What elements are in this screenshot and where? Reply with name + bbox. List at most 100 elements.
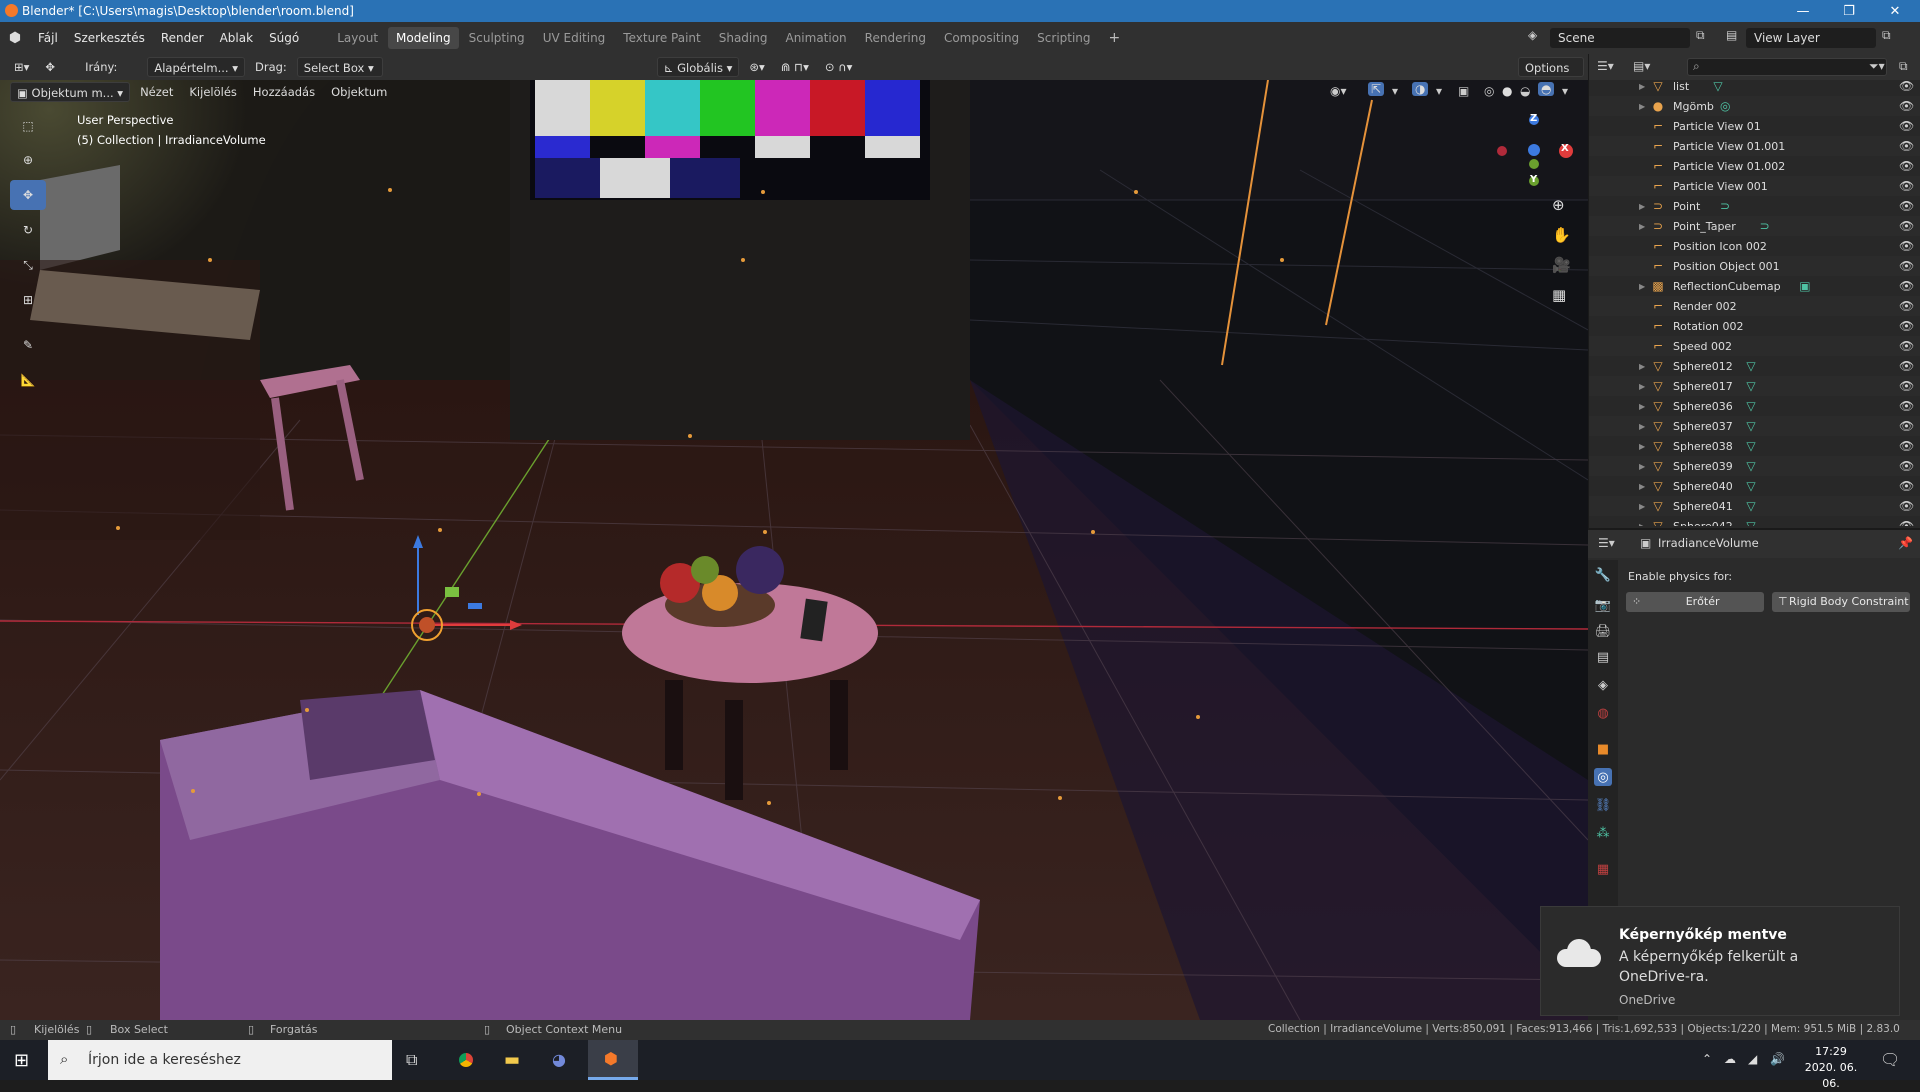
tab-scripting[interactable]: Scripting [1029, 27, 1098, 49]
outliner-row[interactable]: ▶ ▽ Sphere037 ▽ 👁 [1589, 416, 1920, 436]
scene-icon[interactable]: ◈ [1528, 28, 1537, 42]
outliner-editor-type-icon[interactable]: ☰▾ [1597, 59, 1614, 73]
gizmo-toggle-icon[interactable]: ⇱ [1368, 82, 1385, 96]
outliner-row[interactable]: ▶ ▽ Sphere039 ▽ 👁 [1589, 456, 1920, 476]
shading-dropdown-icon[interactable]: ▾ [1562, 84, 1568, 98]
properties-editor-type-icon[interactable]: ☰▾ [1598, 536, 1615, 550]
new-collection-icon[interactable]: ⧉ [1899, 59, 1908, 74]
visibility-eye-icon[interactable]: 👁 [1899, 519, 1914, 526]
curve-data-icon[interactable]: ⊃ [1720, 199, 1730, 213]
minimize-button[interactable]: — [1780, 0, 1826, 22]
expand-triangle-icon[interactable]: ▶ [1639, 422, 1645, 431]
expand-triangle-icon[interactable]: ▶ [1639, 202, 1645, 211]
material-shading-icon[interactable]: ◒ [1520, 84, 1530, 98]
nav-gizmo-y[interactable]: Y [1530, 174, 1537, 185]
network-icon[interactable]: ◢ [1748, 1052, 1757, 1066]
gizmo-dropdown-icon[interactable]: ▾ [1392, 84, 1398, 98]
close-button[interactable]: ✕ [1872, 0, 1918, 22]
visibility-eye-icon[interactable]: 👁 [1899, 379, 1914, 393]
visibility-icon[interactable]: ◉▾ [1330, 84, 1347, 98]
texture-tab-icon[interactable]: ▦ [1594, 860, 1612, 878]
visibility-eye-icon[interactable]: 👁 [1899, 499, 1914, 513]
zoom-icon[interactable]: ⊕ [1552, 196, 1565, 214]
outliner-row[interactable]: ⌐ Position Icon 002 👁 [1589, 236, 1920, 256]
curve-data-icon[interactable]: ⊃ [1760, 219, 1770, 233]
outliner-row[interactable]: ▶ ⊃ Point_Taper ⊃ 👁 [1589, 216, 1920, 236]
select-menu[interactable]: Kijelölés [183, 82, 243, 102]
view-menu[interactable]: Nézet [134, 82, 179, 102]
object-menu[interactable]: Objektum [325, 82, 393, 102]
transform-tool-icon[interactable]: ⊞ [10, 285, 46, 315]
cursor-tool-icon[interactable]: ⊕ [10, 145, 46, 175]
outliner-row[interactable]: ▶ ● Mgömb ◎ 👁 [1589, 96, 1920, 116]
probe-data-icon[interactable]: ▣ [1799, 279, 1810, 293]
tab-layout[interactable]: Layout [329, 27, 386, 49]
mesh-data-icon[interactable]: ▽ [1746, 459, 1755, 473]
outliner-row[interactable]: ▶ ▽ list ▽ 👁 [1589, 76, 1920, 96]
view-layer-selector[interactable]: View Layer [1746, 28, 1876, 48]
view-layer-tab-icon[interactable]: ▤ [1594, 648, 1612, 666]
visibility-eye-icon[interactable]: 👁 [1899, 199, 1914, 213]
proportional-edit-icon[interactable]: ⊙ ∩▾ [819, 57, 858, 77]
tab-shading[interactable]: Shading [711, 27, 776, 49]
menu-help[interactable]: Súgó [261, 22, 307, 54]
outliner-row[interactable]: ⌐ Particle View 01.001 👁 [1589, 136, 1920, 156]
blender-taskbar-button[interactable]: ⬢ [588, 1040, 638, 1080]
world-tab-icon[interactable]: ◍ [1594, 704, 1612, 722]
visibility-eye-icon[interactable]: 👁 [1899, 79, 1914, 93]
visibility-eye-icon[interactable]: 👁 [1899, 419, 1914, 433]
add-menu[interactable]: Hozzáadás [247, 82, 321, 102]
outliner-row[interactable]: ▶ ▽ Sphere017 ▽ 👁 [1589, 376, 1920, 396]
transform-orientation-dropdown[interactable]: ⊾ Globális ▾ [656, 57, 740, 77]
mesh-data-icon[interactable]: ▽ [1746, 519, 1755, 526]
visibility-eye-icon[interactable]: 👁 [1899, 279, 1914, 293]
tab-compositing[interactable]: Compositing [936, 27, 1027, 49]
display-mode-icon[interactable]: ▤▾ [1633, 59, 1650, 73]
tool-tab-icon[interactable]: 🔧 [1594, 566, 1612, 584]
expand-triangle-icon[interactable]: ▶ [1639, 402, 1645, 411]
mode-dropdown[interactable]: ▣ Objektum m... ▾ [10, 82, 131, 102]
menu-render[interactable]: Render [153, 22, 212, 54]
outliner-row[interactable]: ⌐ Speed 002 👁 [1589, 336, 1920, 356]
output-tab-icon[interactable]: 🖨 [1594, 622, 1612, 640]
visibility-eye-icon[interactable]: 👁 [1899, 99, 1914, 113]
scene-tab-icon[interactable]: ◈ [1594, 676, 1612, 694]
metaball-data-icon[interactable]: ◎ [1720, 99, 1730, 113]
tab-rendering[interactable]: Rendering [857, 27, 934, 49]
outliner-row[interactable]: ▶ ▽ Sphere041 ▽ 👁 [1589, 496, 1920, 516]
outliner-row[interactable]: ⌐ Particle View 001 👁 [1589, 176, 1920, 196]
scene-new-icon[interactable]: ⧉ [1696, 28, 1705, 43]
visibility-eye-icon[interactable]: 👁 [1899, 219, 1914, 233]
expand-triangle-icon[interactable]: ▶ [1639, 282, 1645, 291]
menu-file[interactable]: Fájl [30, 22, 66, 54]
outliner-row[interactable]: ⌐ Rotation 002 👁 [1589, 316, 1920, 336]
ortho-toggle-icon[interactable]: ▦ [1552, 286, 1566, 304]
tab-texture-paint[interactable]: Texture Paint [615, 27, 708, 49]
visibility-eye-icon[interactable]: 👁 [1899, 159, 1914, 173]
clock[interactable]: 17:29 2020. 06. 06. [1796, 1044, 1866, 1092]
snap-icon[interactable]: ⋒ ⊓▾ [775, 57, 815, 77]
outliner-row[interactable]: ▶ ▽ Sphere012 ▽ 👁 [1589, 356, 1920, 376]
add-workspace-icon[interactable]: + [1101, 27, 1129, 49]
rotate-tool-icon[interactable]: ↻ [10, 215, 46, 245]
mesh-data-icon[interactable]: ▽ [1746, 399, 1755, 413]
overlays-toggle-icon[interactable]: ◑ [1412, 82, 1429, 96]
visibility-eye-icon[interactable]: 👁 [1899, 359, 1914, 373]
view-layer-icon[interactable]: ▤ [1726, 28, 1737, 42]
options-dropdown[interactable]: Options ▾ [1518, 57, 1584, 95]
xray-icon[interactable]: ▣ [1458, 84, 1469, 98]
action-center-icon[interactable]: 🗨 [1880, 1050, 1900, 1069]
onedrive-tray-icon[interactable]: ☁ [1724, 1052, 1736, 1066]
3d-viewport[interactable]: ▣ Objektum m... ▾ Nézet Kijelölés Hozzáa… [0, 80, 1588, 1020]
mesh-data-icon[interactable]: ▽ [1746, 439, 1755, 453]
overlays-dropdown-icon[interactable]: ▾ [1436, 84, 1442, 98]
editor-type-icon[interactable]: ⊞▾ [8, 57, 35, 77]
select-box-tool-icon[interactable]: ⬚ [10, 111, 46, 141]
taskbar-search-box[interactable]: ⌕ Írjon ide a kereséshez [48, 1040, 392, 1080]
move-tool-button-icon[interactable]: ✥ [10, 180, 46, 210]
file-explorer-icon[interactable]: ▬ [504, 1050, 520, 1070]
orientation-dropdown[interactable]: Alapértelm... ▾ [147, 57, 245, 77]
tab-animation[interactable]: Animation [777, 27, 854, 49]
expand-triangle-icon[interactable]: ▶ [1639, 362, 1645, 371]
blender-menu-icon[interactable]: ⬢ [0, 30, 30, 46]
